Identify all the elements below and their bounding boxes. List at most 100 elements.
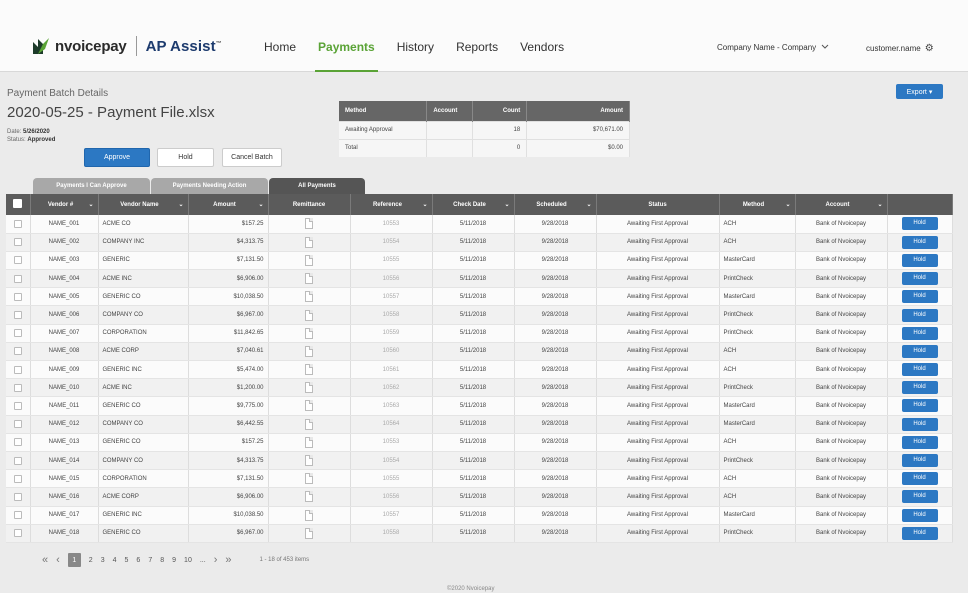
column-header-remittance[interactable]: Remittance <box>268 194 351 215</box>
user-menu[interactable]: customer.name ⚙ <box>866 43 934 54</box>
chevron-down-icon[interactable]: ⌄ <box>88 201 93 208</box>
column-header-status[interactable]: Status <box>596 194 720 215</box>
column-header-method[interactable]: Method ⌄ <box>719 194 796 215</box>
column-header-amount[interactable]: Amount ⌄ <box>188 194 269 215</box>
nav-item-home[interactable]: Home <box>264 30 296 72</box>
last-page-icon[interactable]: » <box>225 554 231 566</box>
next-page-icon[interactable]: › <box>214 554 218 566</box>
page-link-2[interactable]: 2 <box>89 557 93 564</box>
hold-button[interactable]: Hold <box>901 454 938 468</box>
nav-item-payments[interactable]: Payments <box>315 30 378 72</box>
chevron-down-icon[interactable]: ⌄ <box>504 201 509 208</box>
row-checkbox[interactable] <box>13 238 22 247</box>
first-page-icon[interactable]: « <box>42 554 48 566</box>
page-link-1[interactable]: 1 <box>67 553 81 567</box>
hold-button[interactable]: Hold <box>901 526 938 540</box>
row-checkbox[interactable] <box>13 456 22 465</box>
hold-button[interactable]: Hold <box>901 472 938 486</box>
column-header-account[interactable]: Account ⌄ <box>795 194 888 215</box>
nav-item-history[interactable]: History <box>397 30 434 72</box>
nav-item-vendors[interactable]: Vendors <box>520 30 564 72</box>
hold-button[interactable]: Hold <box>901 435 938 449</box>
document-icon[interactable] <box>305 473 313 485</box>
hold-button[interactable]: Hold <box>901 235 938 249</box>
row-checkbox[interactable] <box>13 329 22 338</box>
page-link-4[interactable]: 4 <box>113 557 117 564</box>
document-icon[interactable] <box>305 273 313 285</box>
tab-all-payments[interactable]: All Payments <box>269 178 365 194</box>
row-checkbox[interactable] <box>13 529 22 538</box>
document-icon[interactable] <box>305 254 313 266</box>
hold-button[interactable]: Hold <box>901 399 938 413</box>
column-header-scheduled[interactable]: Scheduled ⌄ <box>514 194 597 215</box>
document-icon[interactable] <box>305 509 313 521</box>
page-link-ellipsis[interactable]: ... <box>200 557 206 564</box>
document-icon[interactable] <box>305 491 313 503</box>
page-link-5[interactable]: 5 <box>125 557 129 564</box>
document-icon[interactable] <box>305 436 313 448</box>
hold-button[interactable]: Hold <box>901 272 938 286</box>
document-icon[interactable] <box>305 236 313 248</box>
row-checkbox[interactable] <box>13 420 22 429</box>
column-header-check-date[interactable]: Check Date ⌄ <box>432 194 515 215</box>
hold-button[interactable]: Hold <box>901 217 938 231</box>
hold-button[interactable]: Hold <box>901 417 938 431</box>
document-icon[interactable] <box>305 382 313 394</box>
document-icon[interactable] <box>305 400 313 412</box>
chevron-down-icon[interactable]: ⌄ <box>877 201 882 208</box>
hold-button[interactable]: Hold <box>901 290 938 304</box>
row-checkbox[interactable] <box>13 401 22 410</box>
row-checkbox[interactable] <box>13 256 22 265</box>
gear-icon[interactable]: ⚙ <box>925 43 934 54</box>
document-icon[interactable] <box>305 218 313 230</box>
page-link-10[interactable]: 10 <box>184 557 192 564</box>
page-link-9[interactable]: 9 <box>172 557 176 564</box>
row-checkbox[interactable] <box>13 383 22 392</box>
column-header-reference[interactable]: Reference ⌄ <box>350 194 433 215</box>
row-checkbox[interactable] <box>13 365 22 374</box>
company-selector[interactable]: Company Name - Company <box>717 43 829 52</box>
logo[interactable]: nvoicepay AP Assist™ <box>30 33 222 59</box>
document-icon[interactable] <box>305 527 313 539</box>
hold-button[interactable]: Hold <box>901 326 938 340</box>
approve-button[interactable]: Approve <box>84 148 150 167</box>
document-icon[interactable] <box>305 309 313 321</box>
row-checkbox[interactable] <box>13 511 22 520</box>
column-header-vendor-name[interactable]: Vendor Name ⌄ <box>98 194 189 215</box>
row-checkbox[interactable] <box>13 474 22 483</box>
column-header-vendor[interactable]: Vendor # ⌄ <box>30 194 99 215</box>
nav-item-reports[interactable]: Reports <box>456 30 498 72</box>
row-checkbox[interactable] <box>13 219 22 228</box>
page-link-3[interactable]: 3 <box>101 557 105 564</box>
document-icon[interactable] <box>305 455 313 467</box>
hold-button[interactable]: Hold <box>901 363 938 377</box>
tab-payments-needing-action[interactable]: Payments Needing Action <box>151 178 268 194</box>
row-checkbox[interactable] <box>13 492 22 501</box>
select-all-checkbox[interactable] <box>13 199 23 208</box>
hold-button[interactable]: Hold <box>901 490 938 504</box>
page-link-6[interactable]: 6 <box>136 557 140 564</box>
document-icon[interactable] <box>305 291 313 303</box>
tab-payments-i-can-approve[interactable]: Payments I Can Approve <box>33 178 150 194</box>
page-link-8[interactable]: 8 <box>160 557 164 564</box>
document-icon[interactable] <box>305 364 313 376</box>
chevron-down-icon[interactable]: ⌄ <box>178 201 183 208</box>
chevron-down-icon[interactable]: ⌄ <box>586 201 591 208</box>
export-button[interactable]: Export ▾ <box>896 84 943 99</box>
document-icon[interactable] <box>305 345 313 357</box>
row-checkbox[interactable] <box>13 274 22 283</box>
hold-button[interactable]: Hold <box>901 308 938 322</box>
hold-button[interactable]: Hold <box>901 344 938 358</box>
document-icon[interactable] <box>305 418 313 430</box>
page-link-7[interactable]: 7 <box>148 557 152 564</box>
chevron-down-icon[interactable]: ⌄ <box>785 201 790 208</box>
previous-page-icon[interactable]: ‹ <box>56 554 60 566</box>
row-checkbox[interactable] <box>13 311 22 320</box>
chevron-down-icon[interactable]: ⌄ <box>258 201 263 208</box>
hold-button[interactable]: Hold <box>901 253 938 267</box>
row-checkbox[interactable] <box>13 438 22 447</box>
hold-batch-button[interactable]: Hold <box>157 148 214 167</box>
hold-button[interactable]: Hold <box>901 381 938 395</box>
cancel-batch-button[interactable]: Cancel Batch <box>222 148 282 167</box>
chevron-down-icon[interactable]: ⌄ <box>422 201 427 208</box>
